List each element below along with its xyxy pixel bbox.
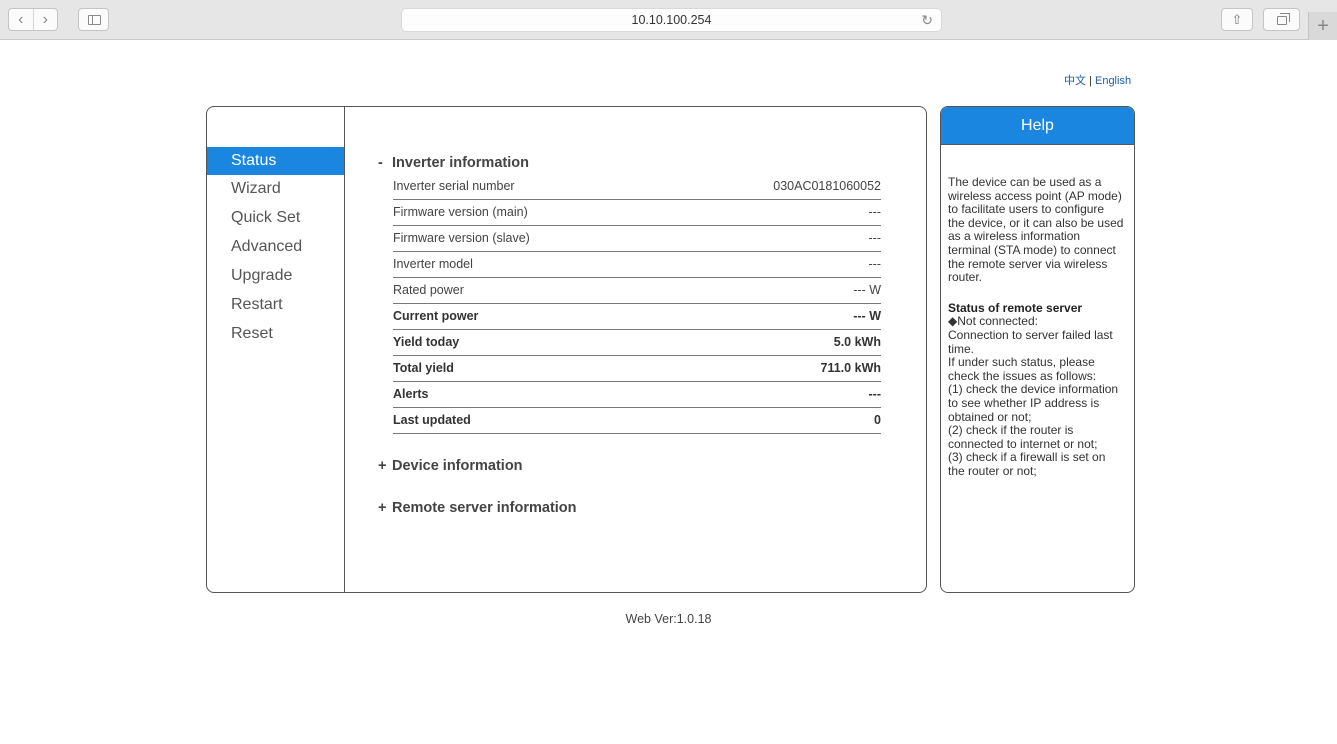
inverter-info-toggle[interactable]: - Inverter information bbox=[378, 155, 529, 171]
row-value: --- bbox=[666, 251, 881, 278]
table-row: Total yield 711.0 kWh bbox=[393, 355, 881, 382]
collapse-icon: - bbox=[378, 155, 383, 171]
row-value: 5.0 kWh bbox=[666, 329, 881, 356]
help-line: (2) check if the router is connected to … bbox=[948, 423, 1098, 451]
help-title: Help bbox=[941, 107, 1134, 145]
help-line: If under such status, please check the i… bbox=[948, 355, 1097, 383]
tabs-icon bbox=[1277, 13, 1290, 25]
menu-item-upgrade[interactable]: Upgrade bbox=[207, 262, 344, 291]
row-value: --- W bbox=[666, 303, 881, 330]
row-value: --- W bbox=[666, 277, 881, 304]
table-row: Inverter serial number 030AC0181060052 bbox=[393, 173, 881, 200]
remote-server-info-toggle[interactable]: + Remote server information bbox=[378, 500, 577, 516]
remote-server-info-title: Remote server information bbox=[392, 500, 577, 516]
row-value: --- bbox=[666, 381, 881, 408]
address-bar[interactable]: 10.10.100.254 ↻ bbox=[401, 8, 942, 32]
new-tab-button[interactable]: + bbox=[1308, 12, 1337, 40]
history-nav: ‹ › bbox=[8, 8, 58, 31]
forward-icon[interactable]: › bbox=[32, 9, 58, 30]
side-menu: Status Wizard Quick Set Advanced Upgrade… bbox=[207, 107, 345, 592]
device-info-toggle[interactable]: + Device information bbox=[378, 458, 523, 474]
menu-item-wizard[interactable]: Wizard bbox=[207, 175, 344, 204]
show-tabs-button[interactable] bbox=[1263, 8, 1300, 31]
sidebar-toggle-button[interactable] bbox=[78, 8, 109, 31]
menu-item-reset[interactable]: Reset bbox=[207, 320, 344, 349]
language-english-link[interactable]: English bbox=[1095, 75, 1131, 87]
row-label: Inverter model bbox=[393, 251, 667, 278]
table-row: Firmware version (main) --- bbox=[393, 199, 881, 226]
table-row: Yield today 5.0 kWh bbox=[393, 329, 881, 356]
language-switch: 中文 | English bbox=[1064, 72, 1131, 88]
share-icon: ⇧ bbox=[1231, 12, 1243, 27]
web-version: Web Ver:1.0.18 bbox=[625, 612, 712, 626]
reload-icon[interactable]: ↻ bbox=[921, 9, 933, 31]
menu-item-status[interactable]: Status bbox=[207, 147, 344, 175]
language-separator: | bbox=[1089, 75, 1092, 87]
menu-item-advanced[interactable]: Advanced bbox=[207, 233, 344, 262]
row-label: Firmware version (slave) bbox=[393, 225, 667, 252]
expand-icon: + bbox=[378, 458, 387, 474]
table-row: Rated power --- W bbox=[393, 277, 881, 304]
back-icon[interactable]: ‹ bbox=[9, 9, 33, 30]
menu-item-restart[interactable]: Restart bbox=[207, 291, 344, 320]
browser-toolbar: ‹ › 10.10.100.254 ↻ ⇧ + bbox=[0, 0, 1337, 40]
help-line: (3) check if a firewall is set on the ro… bbox=[948, 450, 1106, 478]
share-button[interactable]: ⇧ bbox=[1221, 8, 1253, 31]
row-label: Yield today bbox=[393, 329, 667, 356]
table-row: Firmware version (slave) --- bbox=[393, 225, 881, 252]
help-line: (1) check the device information to see … bbox=[948, 382, 1119, 424]
table-row: Alerts --- bbox=[393, 381, 881, 408]
row-label: Rated power bbox=[393, 277, 667, 304]
language-chinese-link[interactable]: 中文 bbox=[1064, 75, 1086, 87]
help-panel: Help The device can be used as a wireles… bbox=[940, 106, 1135, 593]
status-content: - Inverter information Inverter serial nu… bbox=[345, 107, 926, 592]
row-label: Last updated bbox=[393, 407, 667, 434]
row-value: 030AC0181060052 bbox=[666, 173, 881, 200]
plus-icon: + bbox=[1317, 15, 1329, 37]
help-line: Connection to server failed last time. bbox=[948, 327, 1113, 356]
row-label: Alerts bbox=[393, 381, 667, 408]
table-row: Current power --- W bbox=[393, 303, 881, 330]
help-remote-heading: Status of remote server bbox=[948, 300, 1083, 315]
table-row: Last updated 0 bbox=[393, 407, 881, 434]
row-value: --- bbox=[666, 199, 881, 226]
row-value: --- bbox=[666, 225, 881, 252]
help-intro: The device can be used as a wireless acc… bbox=[948, 175, 1124, 285]
inverter-info-table: Inverter serial number 030AC0181060052 Fi… bbox=[393, 173, 881, 434]
row-label: Inverter serial number bbox=[393, 173, 667, 200]
row-label: Total yield bbox=[393, 355, 667, 382]
main-panel: Status Wizard Quick Set Advanced Upgrade… bbox=[206, 106, 927, 593]
row-label: Firmware version (main) bbox=[393, 199, 667, 226]
table-row: Inverter model --- bbox=[393, 251, 881, 278]
expand-icon: + bbox=[378, 500, 387, 516]
row-value: 0 bbox=[666, 407, 881, 434]
menu-item-quick-set[interactable]: Quick Set bbox=[207, 204, 344, 233]
sidebar-icon bbox=[88, 15, 101, 25]
url-text: 10.10.100.254 bbox=[631, 13, 712, 27]
device-info-title: Device information bbox=[392, 458, 523, 474]
help-text: The device can be used as a wireless acc… bbox=[941, 145, 1134, 478]
inverter-info-title: Inverter information bbox=[392, 155, 529, 171]
help-line: ◆Not connected: bbox=[948, 314, 1038, 329]
row-label: Current power bbox=[393, 303, 667, 330]
row-value: 711.0 kWh bbox=[666, 355, 881, 382]
